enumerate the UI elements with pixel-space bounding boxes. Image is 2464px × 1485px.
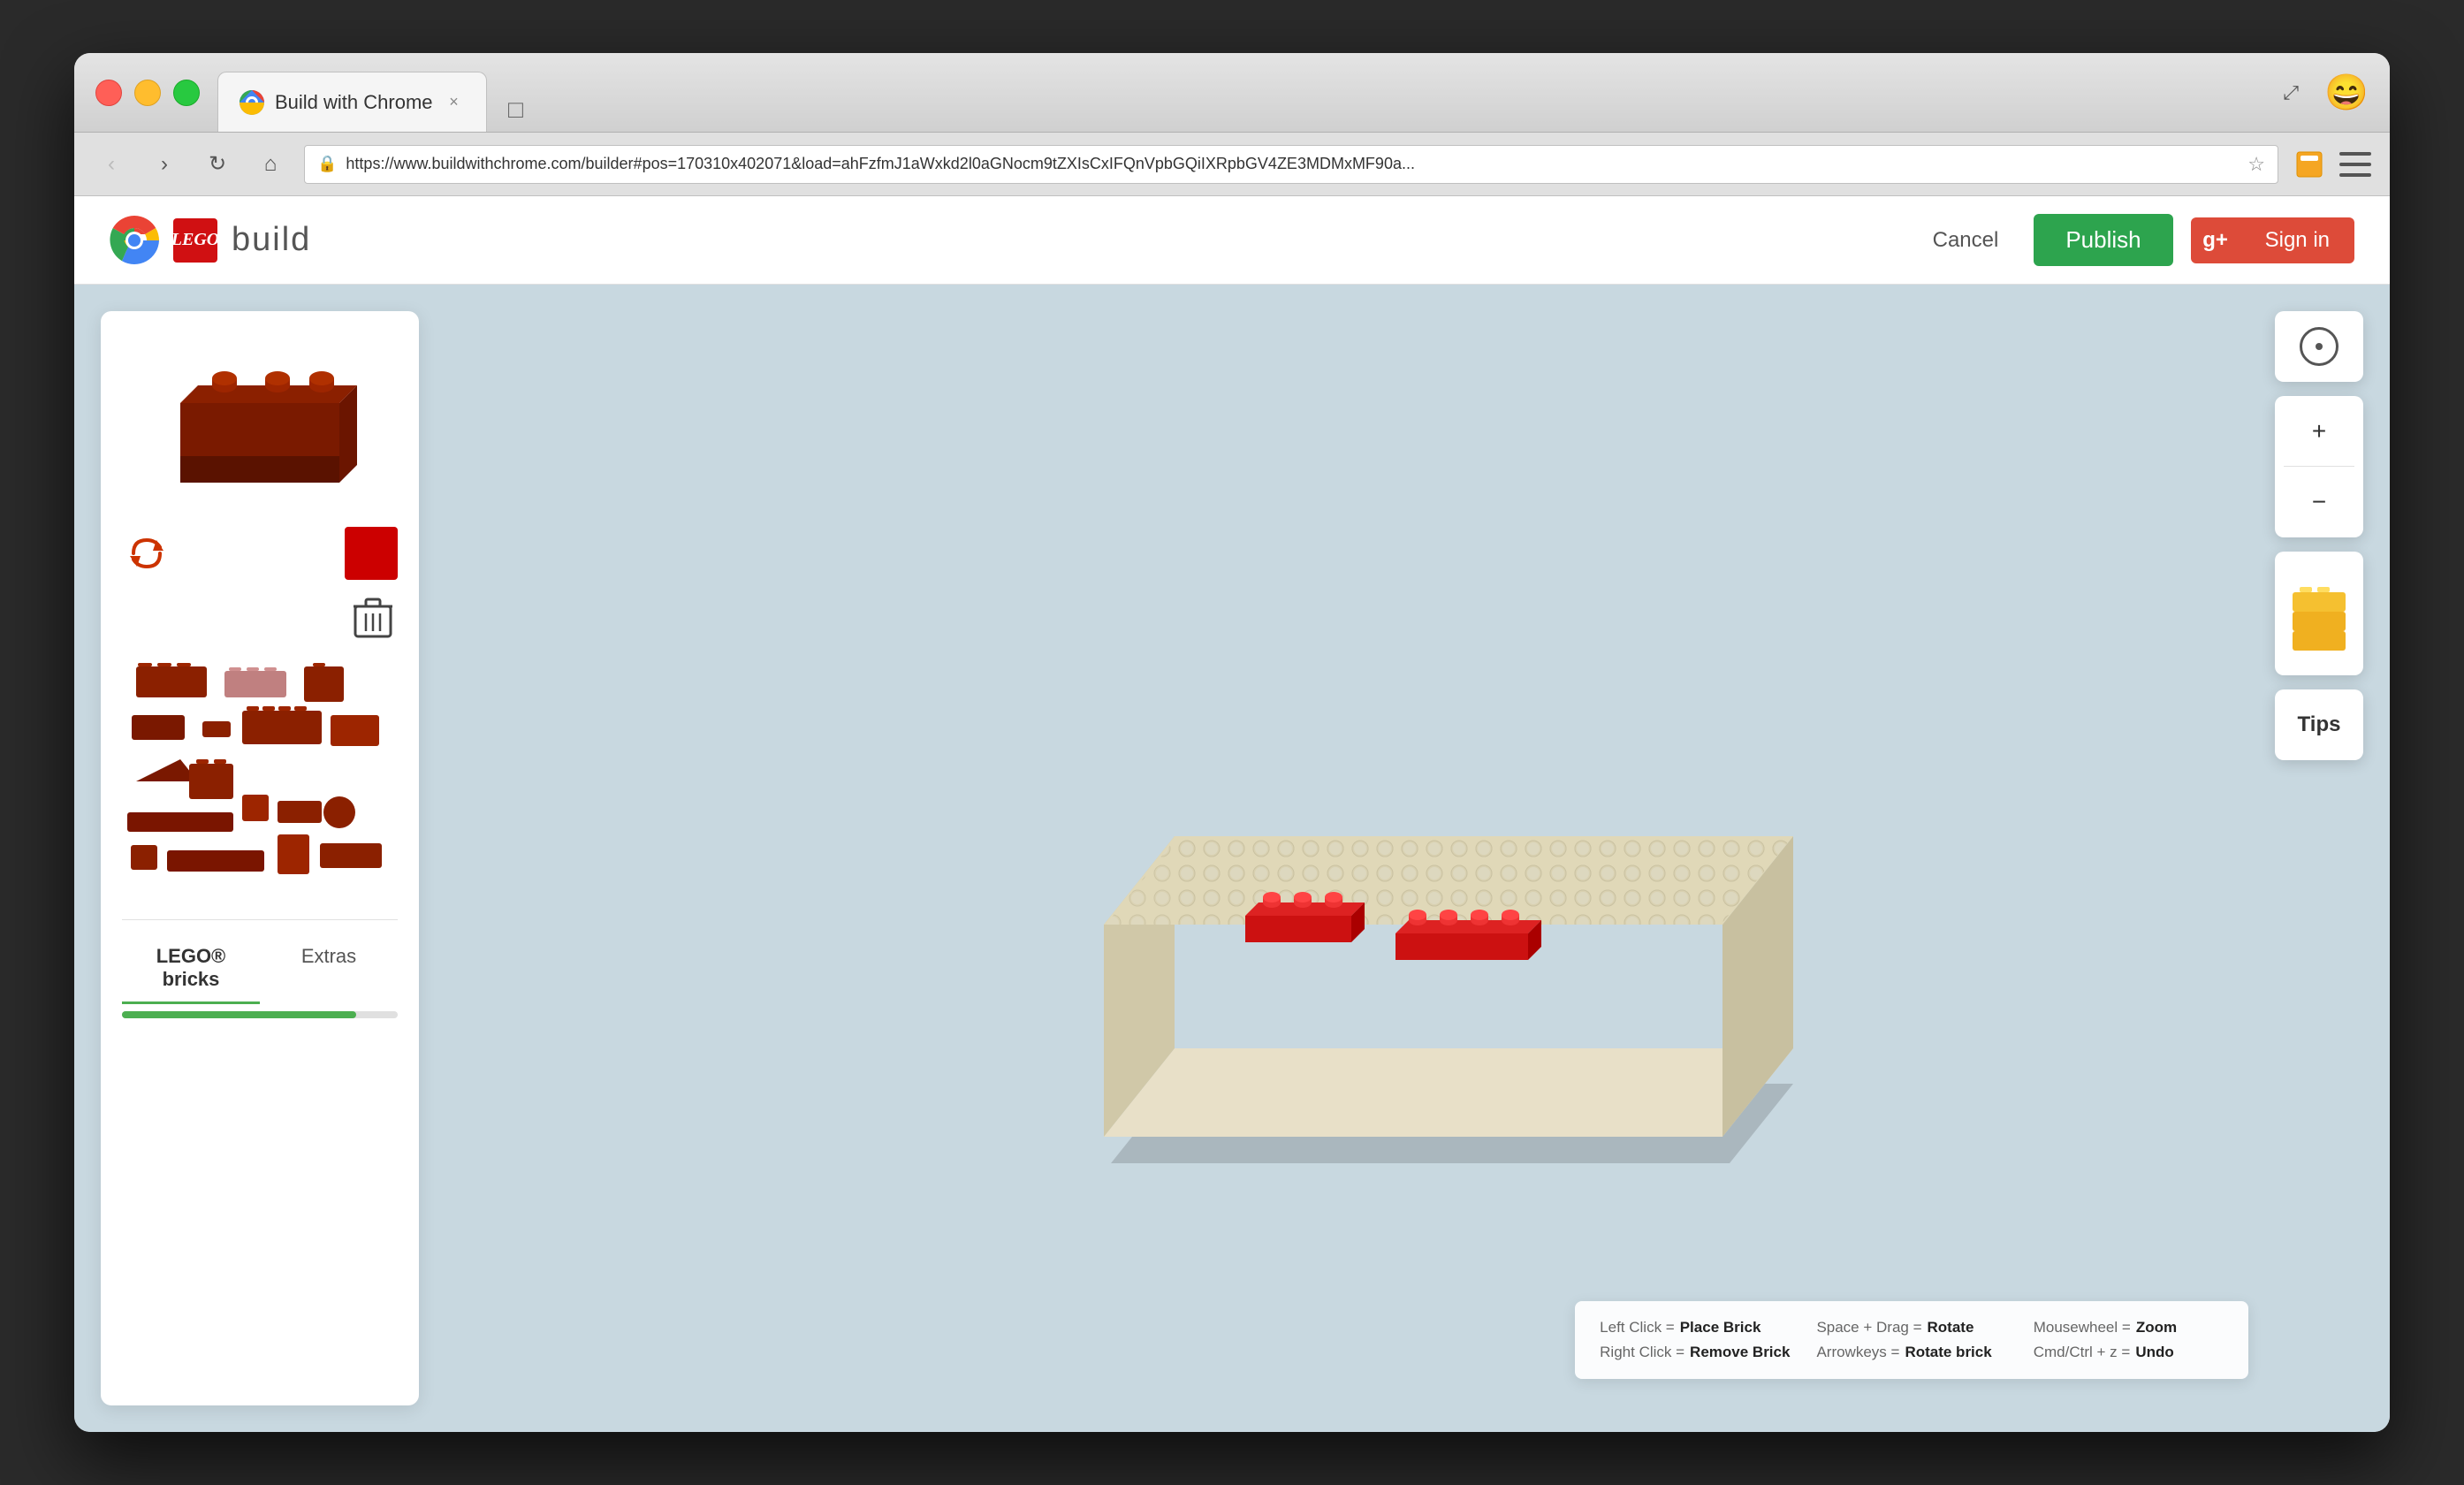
url-bar[interactable]: 🔒 https://www.buildwithchrome.com/builde… (304, 145, 2278, 184)
home-button[interactable]: ⌂ (251, 145, 290, 184)
left-panel: LEGO® bricks Extras (101, 311, 419, 1405)
chrome-menu-icon[interactable] (2339, 148, 2372, 181)
cmd-z-label: Cmd/Ctrl + z = (2034, 1344, 2131, 1361)
emoji-icon: 😄 (2324, 72, 2369, 113)
maximize-button[interactable] (173, 80, 200, 106)
gplus-signin-button[interactable]: g+ Sign in (2191, 217, 2354, 263)
brick-3d-preview (163, 350, 357, 491)
tab-extras[interactable]: Extras (260, 934, 398, 1004)
color-swatch[interactable] (345, 527, 398, 580)
brick-collection-display (122, 658, 398, 905)
forward-button[interactable]: › (145, 145, 184, 184)
progress-bar (122, 1011, 356, 1018)
refresh-button[interactable]: ↻ (198, 145, 237, 184)
arrows-action: Rotate brick (1905, 1344, 1991, 1361)
left-click-action: Place Brick (1680, 1319, 1761, 1336)
space-drag-label: Space + Drag = (1816, 1319, 1921, 1336)
brick-collection (122, 658, 398, 905)
arrows-label: Arrowkeys = (1816, 1344, 1899, 1361)
trash-icon (354, 598, 392, 640)
app-header: LEGO build Cancel Publish g+ Sign in (74, 196, 2390, 285)
hint-cmd-z: Cmd/Ctrl + z = Undo (2034, 1344, 2224, 1361)
restore-icon[interactable]: ⤢ (2275, 77, 2307, 109)
minimize-button[interactable] (134, 80, 161, 106)
left-click-label: Left Click = (1600, 1319, 1675, 1336)
main-content: LEGO® bricks Extras (74, 285, 2390, 1432)
cmd-z-action: Undo (2135, 1344, 2173, 1361)
tips-label[interactable]: Tips (2298, 712, 2341, 737)
panel-tabs: LEGO® bricks Extras (122, 919, 398, 1004)
build-title: build (232, 221, 311, 259)
mousewheel-action: Zoom (2136, 1319, 2177, 1336)
close-button[interactable] (95, 80, 122, 106)
hint-arrows: Arrowkeys = Rotate brick (1816, 1344, 2006, 1361)
zoom-out-button[interactable]: − (2284, 467, 2354, 537)
hint-left-click: Left Click = Place Brick (1600, 1319, 1790, 1336)
back-button[interactable]: ‹ (92, 145, 131, 184)
hint-mousewheel: Mousewheel = Zoom (2034, 1319, 2224, 1336)
zoom-in-button[interactable]: + (2284, 396, 2354, 467)
lego-stack-panel[interactable] (2275, 552, 2363, 675)
cancel-button[interactable]: Cancel (1915, 219, 2017, 262)
tab-bar: Build with Chrome × □ (217, 53, 2275, 132)
zoom-panel: + − (2275, 396, 2363, 537)
canvas-area: Left Click = Place Brick Space + Drag = … (419, 285, 2390, 1432)
hint-right-click: Right Click = Remove Brick (1600, 1344, 1790, 1361)
lego-stack-icon (2284, 569, 2354, 658)
right-click-action: Remove Brick (1690, 1344, 1790, 1361)
rotate-icon (125, 531, 169, 575)
publish-button[interactable]: Publish (2034, 214, 2172, 266)
address-bar: ‹ › ↻ ⌂ 🔒 https://www.buildwithchrome.co… (74, 133, 2390, 196)
space-drag-action: Rotate (1928, 1319, 1974, 1336)
hint-space-drag: Space + Drag = Rotate (1816, 1319, 2006, 1336)
compass-button[interactable] (2284, 311, 2354, 382)
tips-panel[interactable]: Tips (2275, 689, 2363, 760)
mac-window: Build with Chrome × □ ⤢ 😄 ‹ › ↻ ⌂ 🔒 http… (74, 53, 2390, 1432)
lego-logo: LEGO (173, 218, 217, 263)
right-controls: + − (2275, 311, 2363, 760)
tab-title: Build with Chrome (275, 91, 433, 114)
progress-bar-container (122, 1011, 398, 1018)
tab-favicon-icon (240, 90, 264, 115)
tab-lego-bricks[interactable]: LEGO® bricks (122, 934, 260, 1004)
baseplate-svg (1007, 544, 1802, 1163)
right-click-label: Right Click = (1600, 1344, 1684, 1361)
toolbar-icons (2293, 148, 2372, 181)
logo-area: LEGO build (110, 216, 1915, 265)
bookmark-icon[interactable]: ☆ (2247, 153, 2265, 176)
gplus-icon: g+ (2191, 217, 2240, 263)
mousewheel-label: Mousewheel = (2034, 1319, 2131, 1336)
traffic-lights (95, 80, 200, 106)
url-text: https://www.buildwithchrome.com/builder#… (346, 155, 2239, 173)
rotate-button[interactable] (122, 529, 171, 578)
new-tab-button[interactable]: □ (494, 88, 538, 132)
delete-button[interactable] (348, 594, 398, 644)
brick-preview (122, 332, 398, 509)
chrome-logo-icon (110, 216, 159, 265)
browser-tab[interactable]: Build with Chrome × (217, 72, 487, 132)
header-actions: Cancel Publish g+ Sign in (1915, 214, 2354, 266)
extension-icon-1[interactable] (2293, 148, 2326, 181)
tab-close-icon[interactable]: × (444, 92, 465, 113)
compass-panel (2275, 311, 2363, 382)
compass-icon (2300, 327, 2339, 366)
baseplate-container (1007, 544, 1802, 1119)
signin-button[interactable]: Sign in (2240, 217, 2354, 263)
controls-hint: Left Click = Place Brick Space + Drag = … (1575, 1301, 2248, 1379)
title-bar: Build with Chrome × □ ⤢ 😄 (74, 53, 2390, 133)
window-controls-right: ⤢ 😄 (2275, 72, 2369, 113)
lock-icon: 🔒 (317, 155, 337, 173)
